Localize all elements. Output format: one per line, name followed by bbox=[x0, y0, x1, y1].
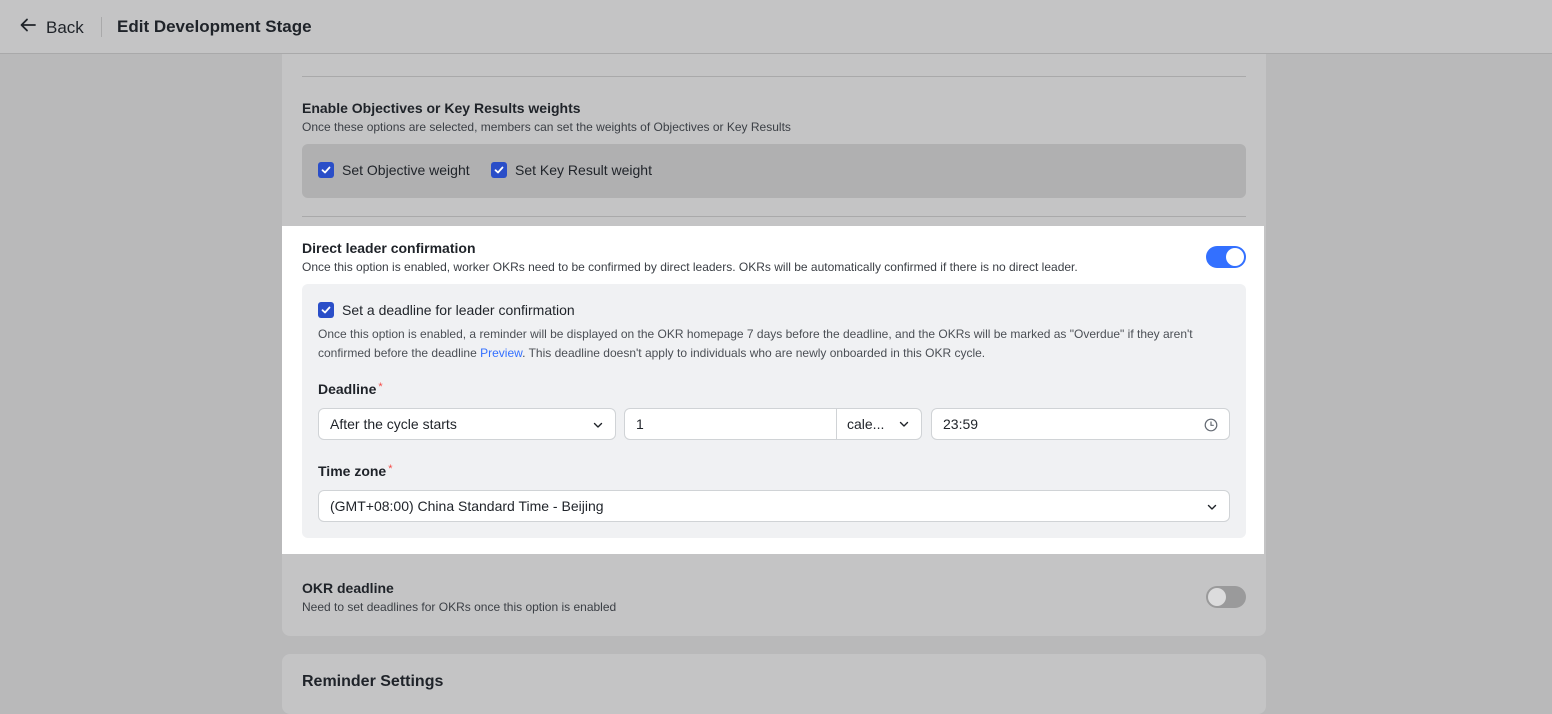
objective-weight-checkbox[interactable]: Set Objective weight bbox=[318, 162, 470, 178]
leader-confirmation-description: Once this option is enabled, worker OKRs… bbox=[302, 260, 1078, 274]
deadline-anchor-value: After the cycle starts bbox=[330, 416, 457, 432]
timezone-label: Time zone * bbox=[318, 463, 392, 479]
required-mark: * bbox=[378, 381, 383, 393]
section-divider bbox=[302, 76, 1246, 77]
toggle-knob bbox=[1208, 588, 1226, 606]
preview-link[interactable]: Preview bbox=[480, 346, 522, 360]
header-divider bbox=[101, 17, 102, 37]
clock-icon bbox=[1204, 418, 1218, 432]
page-title: Edit Development Stage bbox=[117, 17, 312, 36]
reminder-settings-title: Reminder Settings bbox=[302, 673, 444, 690]
okr-deadline-toggle[interactable] bbox=[1206, 586, 1246, 608]
checkbox-checked-icon bbox=[318, 162, 334, 178]
okr-deadline-description: Need to set deadlines for OKRs once this… bbox=[302, 600, 617, 614]
timezone-label-text: Time zone bbox=[318, 463, 387, 479]
weights-description: Once these options are selected, members… bbox=[302, 120, 791, 134]
checkbox-checked-icon bbox=[318, 302, 334, 318]
deadline-anchor-select[interactable]: After the cycle starts bbox=[318, 408, 616, 440]
deadline-unit-value: cale... bbox=[847, 416, 885, 432]
kr-weight-checkbox[interactable]: Set Key Result weight bbox=[491, 162, 652, 178]
back-button[interactable]: Back bbox=[18, 15, 84, 40]
deadline-time-picker[interactable]: 23:59 bbox=[931, 408, 1230, 440]
deadline-description-text-end: . This deadline doesn't apply to individ… bbox=[522, 346, 986, 360]
deadline-checkbox[interactable]: Set a deadline for leader confirmation bbox=[318, 302, 575, 318]
deadline-time-value: 23:59 bbox=[943, 416, 979, 432]
deadline-label-text: Deadline bbox=[318, 381, 377, 397]
required-mark: * bbox=[388, 463, 393, 475]
deadline-checkbox-label: Set a deadline for leader confirmation bbox=[342, 302, 575, 318]
timezone-select[interactable]: (GMT+08:00) China Standard Time - Beijin… bbox=[318, 490, 1230, 522]
leader-confirmation-title: Direct leader confirmation bbox=[302, 240, 476, 256]
deadline-description: Once this option is enabled, a reminder … bbox=[318, 325, 1218, 363]
timezone-value: (GMT+08:00) China Standard Time - Beijin… bbox=[330, 498, 604, 514]
back-label: Back bbox=[46, 17, 84, 37]
objective-weight-label: Set Objective weight bbox=[342, 162, 470, 178]
checkbox-checked-icon bbox=[491, 162, 507, 178]
okr-deadline-title: OKR deadline bbox=[302, 580, 394, 596]
toggle-knob bbox=[1226, 248, 1244, 266]
leader-confirmation-toggle[interactable] bbox=[1206, 246, 1246, 268]
weights-title: Enable Objectives or Key Results weights bbox=[302, 100, 581, 116]
deadline-label: Deadline * bbox=[318, 381, 383, 397]
chevron-down-icon bbox=[593, 422, 603, 428]
deadline-unit-select[interactable]: cale... bbox=[837, 408, 921, 440]
deadline-amount-input[interactable]: 1 bbox=[636, 416, 644, 432]
top-bar: Back Edit Development Stage bbox=[0, 0, 1552, 54]
section-divider bbox=[302, 216, 1246, 217]
kr-weight-label: Set Key Result weight bbox=[515, 162, 652, 178]
chevron-down-icon bbox=[899, 421, 909, 427]
chevron-down-icon bbox=[1207, 504, 1217, 510]
arrow-left-icon bbox=[18, 15, 38, 40]
